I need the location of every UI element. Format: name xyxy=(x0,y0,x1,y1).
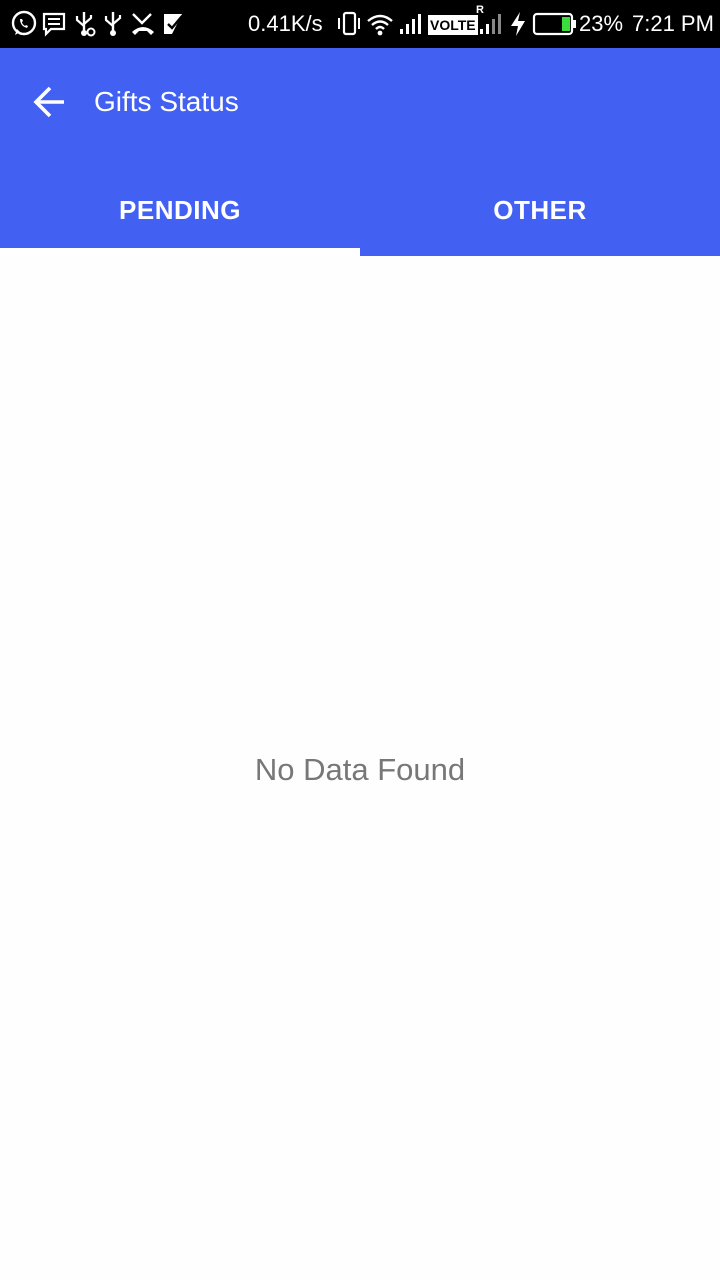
back-button[interactable] xyxy=(22,70,78,134)
usb-icon xyxy=(75,12,96,37)
usb-icon xyxy=(104,12,122,36)
battery-icon xyxy=(532,12,576,36)
empty-state-message: No Data Found xyxy=(254,752,466,787)
battery-percent: 23% xyxy=(579,11,624,36)
tab-indicator xyxy=(0,248,360,256)
signal-icon xyxy=(400,14,421,34)
message-icon xyxy=(42,12,66,37)
tab-other[interactable]: OTHER xyxy=(360,164,720,256)
signal-icon xyxy=(480,14,501,34)
charging-icon xyxy=(511,12,525,36)
missed-call-icon xyxy=(132,13,154,35)
whatsapp-icon xyxy=(11,10,37,36)
tab-pending[interactable]: PENDING xyxy=(0,164,360,256)
app-bar: Gifts Status PENDING OTHER xyxy=(0,48,720,256)
page-title: Gifts Status xyxy=(94,86,239,117)
volte-badge: VOLTE xyxy=(428,15,478,35)
tab-label: PENDING xyxy=(119,194,241,225)
net-speed: 0.41K/s xyxy=(248,11,323,36)
status-bar: 0.41K/s VOLTE R 23% 7:21 PM xyxy=(0,0,720,48)
check-icon xyxy=(164,14,183,34)
vibrate-icon xyxy=(338,11,360,36)
wifi-icon xyxy=(367,14,393,36)
arrow-back-icon xyxy=(33,86,64,118)
clock: 7:21 PM xyxy=(632,11,714,36)
tab-label: OTHER xyxy=(493,194,587,225)
